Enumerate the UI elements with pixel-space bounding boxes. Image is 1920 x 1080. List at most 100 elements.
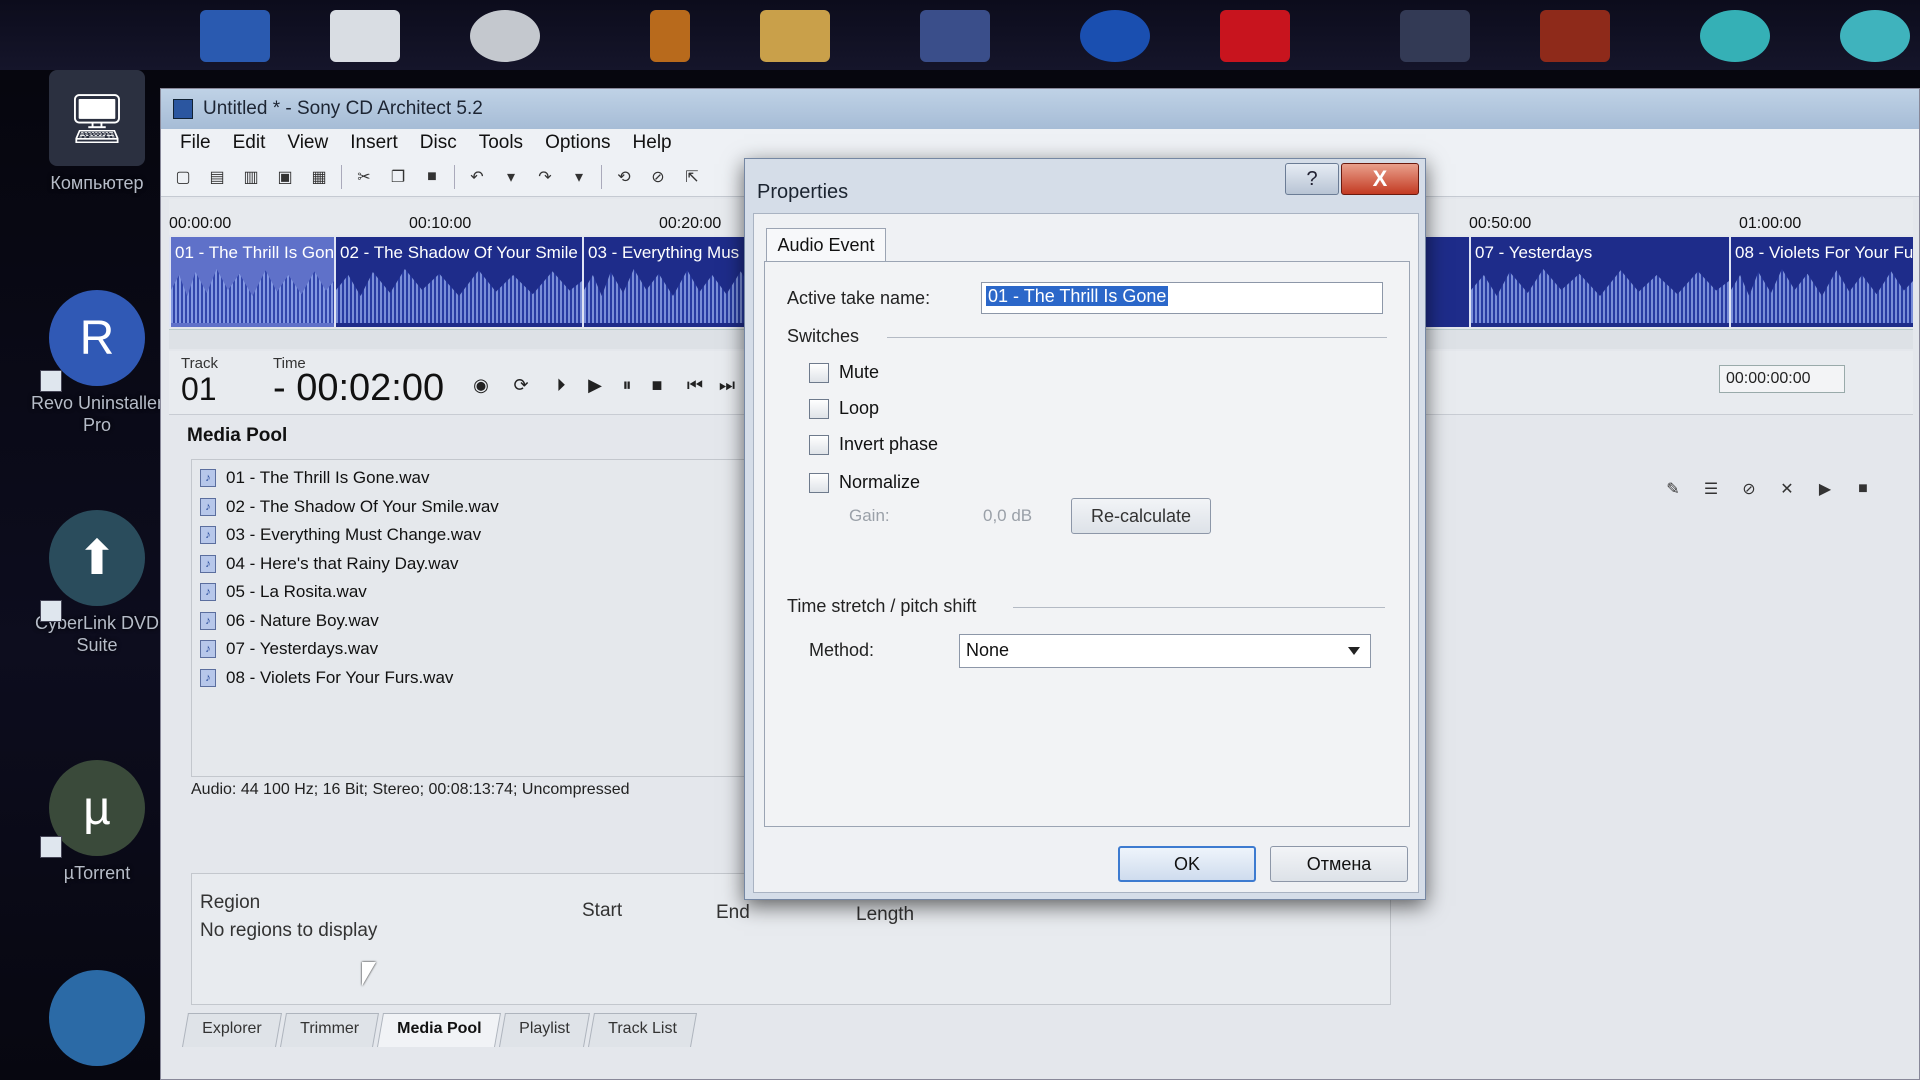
clip-name: 01 - The Thrill Is Gone	[175, 243, 334, 262]
globe-icon[interactable]	[1840, 10, 1910, 62]
list-item[interactable]: ♪ 02 - The Shadow Of Your Smile.wav	[192, 493, 752, 522]
normalize-checkbox[interactable]: Normalize	[809, 472, 920, 493]
folder-icon[interactable]	[760, 10, 830, 62]
list-item[interactable]: ♪ 07 - Yesterdays.wav	[192, 635, 752, 664]
checkbox-box[interactable]	[809, 434, 829, 455]
list-icon[interactable]: ☰	[1699, 477, 1723, 501]
open-icon[interactable]: ▤	[205, 165, 229, 189]
desktop-icon-revo[interactable]: R Revo Uninstaller Pro	[22, 290, 172, 436]
select-tool-icon[interactable]: ⇱	[680, 165, 704, 189]
record-icon[interactable]: ◉	[469, 373, 493, 397]
selection-time-field[interactable]: 00:00:00:00	[1719, 365, 1845, 393]
undo-icon[interactable]: ↶	[465, 165, 489, 189]
tab-explorer[interactable]: Explorer	[182, 1013, 282, 1047]
list-item[interactable]: ♪ 08 - Violets For Your Furs.wav	[192, 664, 752, 693]
invert-phase-checkbox[interactable]: Invert phase	[809, 434, 938, 455]
menu-disc[interactable]: Disc	[409, 132, 468, 154]
snap-icon[interactable]: ⊘	[646, 165, 670, 189]
title-bar[interactable]: Untitled * - Sony CD Architect 5.2	[161, 89, 1919, 129]
tab-playlist[interactable]: Playlist	[498, 1013, 590, 1047]
cancel-button[interactable]: Отмена	[1270, 846, 1408, 882]
media-pool-list[interactable]: ♪ 01 - The Thrill Is Gone.wav ♪ 02 - The S…	[191, 459, 753, 777]
play-icon[interactable]: ▶	[583, 373, 607, 397]
media-toolbar: ✎ ☰ ⊘ ✕ ▶ ■	[1661, 477, 1889, 511]
redo-dropdown-icon[interactable]: ▾	[567, 165, 591, 189]
new-icon[interactable]: ▢	[171, 165, 195, 189]
stop-icon[interactable]: ■	[1851, 477, 1875, 501]
delete-icon[interactable]: ✕	[1775, 477, 1799, 501]
save-icon[interactable]: ▣	[273, 165, 297, 189]
redo-icon[interactable]: ↷	[533, 165, 557, 189]
chart-icon[interactable]	[1400, 10, 1470, 62]
media-icon[interactable]	[1540, 10, 1610, 62]
mute-checkbox[interactable]: Mute	[809, 362, 879, 383]
menu-tools[interactable]: Tools	[468, 132, 534, 154]
list-item[interactable]: ♪ 03 - Everything Must Change.wav	[192, 521, 752, 550]
globe-icon[interactable]	[1700, 10, 1770, 62]
tab-audio-event[interactable]: Audio Event	[766, 228, 886, 262]
menu-file[interactable]: File	[169, 132, 222, 154]
menu-options[interactable]: Options	[534, 132, 621, 154]
next-track-icon[interactable]: ⏭	[715, 373, 739, 397]
tab-media-pool[interactable]: Media Pool	[376, 1013, 501, 1047]
effects-icon[interactable]: ⊘	[1737, 477, 1761, 501]
list-item[interactable]: ♪ 05 - La Rosita.wav	[192, 578, 752, 607]
active-take-input[interactable]: 01 - The Thrill Is Gone	[981, 282, 1383, 314]
list-item[interactable]: ♪ 01 - The Thrill Is Gone.wav	[192, 464, 752, 493]
pen-icon[interactable]	[650, 10, 690, 62]
checkbox-box[interactable]	[809, 362, 829, 383]
loop-checkbox[interactable]: Loop	[809, 398, 879, 419]
disc-icon[interactable]	[470, 10, 540, 62]
checkbox-box[interactable]	[809, 398, 829, 419]
recalculate-button[interactable]: Re-calculate	[1071, 498, 1211, 534]
desktop-icon-utorrent[interactable]: µ µTorrent	[22, 760, 172, 884]
red-arrow-icon[interactable]	[1220, 10, 1290, 62]
dock-icon[interactable]	[200, 10, 270, 62]
menu-help[interactable]: Help	[622, 132, 683, 154]
audio-clip[interactable]: 02 - The Shadow Of Your Smile	[334, 237, 582, 327]
menu-edit[interactable]: Edit	[222, 132, 277, 154]
audio-clip[interactable]: 03 - Everything Mus	[582, 237, 762, 327]
column-header-length[interactable]: Length	[856, 904, 914, 926]
undo-dropdown-icon[interactable]: ▾	[499, 165, 523, 189]
column-header-region[interactable]: Region	[200, 892, 260, 914]
tab-track-list[interactable]: Track List	[587, 1013, 697, 1047]
brush-icon[interactable]: ✎	[1661, 477, 1685, 501]
play-icon[interactable]: ▶	[1813, 477, 1837, 501]
desktop-icon-computer[interactable]: 🖥 Компьютер	[22, 70, 172, 194]
checkbox-box[interactable]	[809, 472, 829, 493]
list-item[interactable]: ♪ 04 - Here's that Rainy Day.wav	[192, 550, 752, 579]
play-from-start-icon[interactable]: ⏵	[549, 373, 573, 397]
document-icon[interactable]	[330, 10, 400, 62]
properties-icon[interactable]: ▦	[307, 165, 331, 189]
audio-clip[interactable]: 01 - The Thrill Is Gone	[169, 237, 334, 327]
loop-icon[interactable]: ⟳	[509, 373, 533, 397]
shortcut-arrow-icon	[40, 370, 62, 392]
close-button[interactable]: X	[1341, 163, 1419, 195]
audio-clip[interactable]: 07 - Yesterdays	[1469, 237, 1729, 327]
tab-trimmer[interactable]: Trimmer	[279, 1013, 379, 1047]
browser-icon[interactable]	[1080, 10, 1150, 62]
ok-button[interactable]: OK	[1118, 846, 1256, 882]
chevron-down-icon[interactable]	[1348, 647, 1360, 655]
cut-icon[interactable]: ✂	[352, 165, 376, 189]
help-button[interactable]: ?	[1285, 163, 1339, 195]
open-project-icon[interactable]: ▥	[239, 165, 263, 189]
film-icon[interactable]	[920, 10, 990, 62]
column-header-start[interactable]: Start	[582, 900, 622, 922]
list-item[interactable]: ♪ 06 - Nature Boy.wav	[192, 607, 752, 636]
desktop-icon-globe[interactable]	[22, 970, 172, 1066]
audio-clip[interactable]: 08 - Violets For Your Fu	[1729, 237, 1913, 327]
previous-track-icon[interactable]: ⏮	[683, 373, 707, 397]
method-select[interactable]: None	[959, 634, 1371, 668]
paste-icon[interactable]: ■	[420, 165, 444, 189]
copy-icon[interactable]: ❐	[386, 165, 410, 189]
desktop-icon-cyberlink[interactable]: ⬆ CyberLink DVD Suite	[22, 510, 172, 656]
history-icon[interactable]: ⟲	[612, 165, 636, 189]
column-header-end[interactable]: End	[716, 902, 750, 924]
toolbar-divider	[454, 164, 455, 189]
menu-view[interactable]: View	[276, 132, 339, 154]
menu-insert[interactable]: Insert	[339, 132, 409, 154]
stop-icon[interactable]: ■	[645, 373, 669, 397]
pause-icon[interactable]: ⏸	[615, 373, 639, 397]
